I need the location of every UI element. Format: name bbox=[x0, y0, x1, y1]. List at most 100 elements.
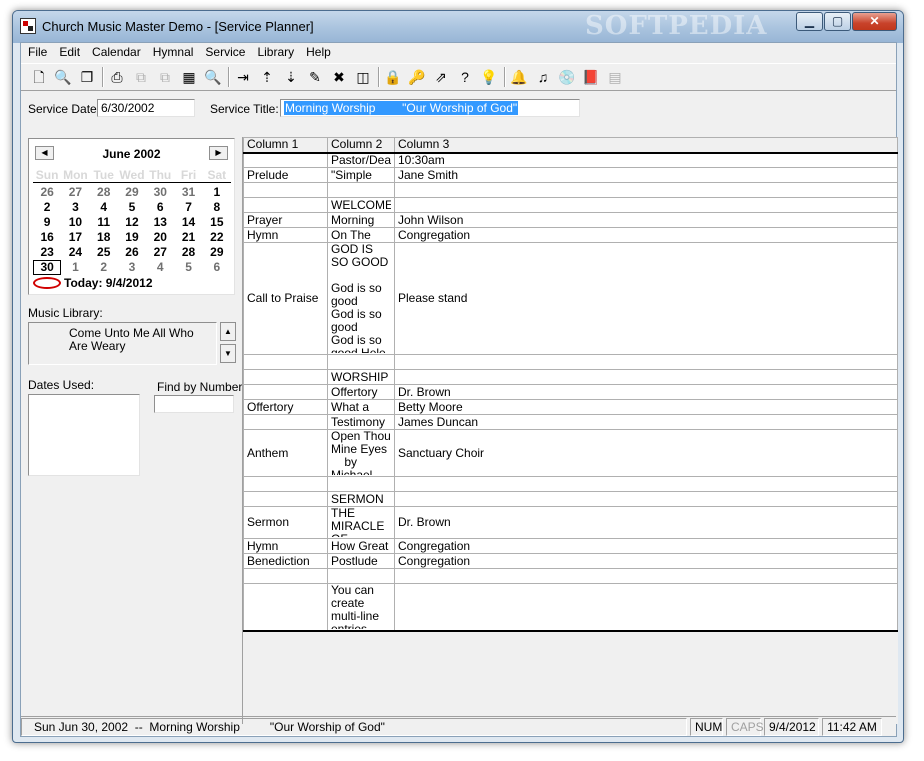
grid-cell-col2[interactable]: Pastor/Deac bbox=[327, 152, 395, 168]
grid-cell-col3[interactable]: Betty Moore bbox=[394, 399, 898, 415]
view-icon[interactable]: ◫ bbox=[354, 68, 372, 86]
grid-header-col3[interactable]: Column 3 bbox=[394, 137, 898, 154]
grid-cell-col2[interactable]: What a bbox=[327, 399, 395, 415]
grid-cell-col3[interactable] bbox=[394, 491, 898, 507]
calendar-day[interactable]: 5 bbox=[174, 260, 202, 275]
grid-cell-col1[interactable] bbox=[243, 491, 328, 507]
calendar-day[interactable]: 9 bbox=[33, 215, 61, 230]
grid-cell-col3[interactable]: John Wilson bbox=[394, 212, 898, 228]
grid-cell-col1[interactable] bbox=[243, 182, 328, 198]
grid-row[interactable]: SERMON bbox=[243, 491, 898, 507]
grid-cell-col1[interactable] bbox=[243, 369, 328, 385]
grid-cell-col3[interactable]: Dr. Brown bbox=[394, 506, 898, 539]
menu-help[interactable]: Help bbox=[300, 43, 337, 63]
calendar-day[interactable]: 11 bbox=[90, 215, 118, 230]
find-icon[interactable]: 🔍 bbox=[54, 68, 72, 86]
grid-cell-col2[interactable] bbox=[327, 476, 395, 492]
delete-row-icon[interactable]: ✖ bbox=[330, 68, 348, 86]
grid-cell-col3[interactable]: Jane Smith bbox=[394, 167, 898, 183]
library-scroll-down-button[interactable]: ▼ bbox=[220, 344, 236, 363]
maximize-button[interactable]: ▢ bbox=[824, 12, 851, 31]
grid-cell-col3[interactable] bbox=[394, 369, 898, 385]
grid-cell-col1[interactable]: Hymn bbox=[243, 538, 328, 554]
music-library-list[interactable]: Come Unto Me All Who Are Weary bbox=[28, 322, 217, 365]
menu-hymnal[interactable]: Hymnal bbox=[147, 43, 200, 63]
music-note-icon[interactable]: ♫ bbox=[534, 68, 552, 86]
grid-row[interactable] bbox=[243, 568, 898, 584]
grid-cell-col2[interactable]: SERMON bbox=[327, 491, 395, 507]
calendar-day[interactable]: 12 bbox=[118, 215, 146, 230]
calendar-day[interactable]: 30 bbox=[146, 185, 174, 200]
grid-row[interactable]: Benediction Postlude Congregation bbox=[243, 553, 898, 569]
grid-cell-col3[interactable] bbox=[394, 182, 898, 198]
calendar-day[interactable]: 14 bbox=[174, 215, 202, 230]
copy-row-icon[interactable]: ⧉ bbox=[132, 68, 150, 86]
grid-row[interactable]: Offertory Dr. Brown bbox=[243, 384, 898, 400]
grid-cell-col2[interactable]: You can create multi-line entries bbox=[327, 583, 395, 632]
calendar-day[interactable]: 27 bbox=[61, 185, 89, 200]
grid-cell-col1[interactable]: Benediction bbox=[243, 553, 328, 569]
calendar-day[interactable]: 2 bbox=[90, 260, 118, 275]
grid-cell-col2[interactable]: Postlude bbox=[327, 553, 395, 569]
calendar-day[interactable]: 21 bbox=[174, 230, 202, 245]
bell-icon[interactable]: 🔔 bbox=[510, 68, 528, 86]
grid-row[interactable]: WELCOME bbox=[243, 197, 898, 213]
grid-row[interactable]: Call to Praise GOD IS SO GOOD God is so g… bbox=[243, 242, 898, 355]
grid-row[interactable]: Hymn How Great Congregation bbox=[243, 538, 898, 554]
grid-row[interactable] bbox=[243, 476, 898, 492]
grid-row[interactable] bbox=[243, 354, 898, 370]
grid-header-col2[interactable]: Column 2 bbox=[327, 137, 395, 154]
calendar-day[interactable]: 16 bbox=[33, 230, 61, 245]
calendar-day[interactable]: 13 bbox=[146, 215, 174, 230]
calendar-day[interactable]: 28 bbox=[90, 185, 118, 200]
calendar-day[interactable]: 22 bbox=[203, 230, 231, 245]
find-by-number-input[interactable] bbox=[154, 395, 234, 413]
grid-row[interactable]: Sermon THE MIRACLE OF Dr. Brown bbox=[243, 506, 898, 539]
calendar-day[interactable]: 3 bbox=[118, 260, 146, 275]
print-icon[interactable]: ⎙ bbox=[108, 68, 126, 86]
new-service-icon[interactable]: 🗋 bbox=[30, 68, 48, 86]
calendar-day[interactable]: 17 bbox=[61, 230, 89, 245]
grid-cell-col3[interactable]: Please stand bbox=[394, 242, 898, 355]
calendar-day[interactable]: 2 bbox=[33, 200, 61, 215]
grid-row[interactable] bbox=[243, 182, 898, 198]
insert-row-icon[interactable]: ⇥ bbox=[234, 68, 252, 86]
grid-cell-col2[interactable]: Offertory bbox=[327, 384, 395, 400]
calendar-day[interactable]: 18 bbox=[90, 230, 118, 245]
calendar-day[interactable]: 31 bbox=[174, 185, 202, 200]
grid-cell-col3[interactable] bbox=[394, 476, 898, 492]
grid-row[interactable]: Offertory What a Betty Moore bbox=[243, 399, 898, 415]
calendar-day[interactable]: 6 bbox=[203, 260, 231, 275]
minimize-button[interactable]: ▁ bbox=[796, 12, 823, 31]
app-icon[interactable] bbox=[20, 18, 36, 34]
menu-library[interactable]: Library bbox=[251, 43, 300, 63]
calendar-day[interactable]: 19 bbox=[118, 230, 146, 245]
grid-cell-col2[interactable] bbox=[327, 354, 395, 370]
lock-icon[interactable]: 🔒 bbox=[384, 68, 402, 86]
grid-cell-col3[interactable] bbox=[394, 354, 898, 370]
grid-cell-col3[interactable]: Congregation bbox=[394, 538, 898, 554]
grid-cell-col3[interactable] bbox=[394, 568, 898, 584]
service-date-input[interactable]: 6/30/2002 bbox=[97, 99, 195, 117]
grid-cell-col1[interactable]: Prayer bbox=[243, 212, 328, 228]
grid-cell-col3[interactable]: James Duncan bbox=[394, 414, 898, 430]
grid-cell-col1[interactable]: Prelude bbox=[243, 167, 328, 183]
grid-cell-col3[interactable]: Sanctuary Choir bbox=[394, 429, 898, 477]
tip-icon[interactable]: 💡 bbox=[480, 68, 498, 86]
calendar-day[interactable]: 23 bbox=[33, 245, 61, 260]
grid-row[interactable]: Anthem Open Thou Mine Eyes by Michael Cox… bbox=[243, 429, 898, 477]
help-icon[interactable]: ? bbox=[456, 68, 474, 86]
calendar-day[interactable]: 29 bbox=[118, 185, 146, 200]
grid-cell-col1[interactable]: Call to Praise bbox=[243, 242, 328, 355]
grid-cell-col2[interactable] bbox=[327, 182, 395, 198]
grid-cell-col2[interactable]: Morning bbox=[327, 212, 395, 228]
calendar-day[interactable]: 7 bbox=[174, 200, 202, 215]
calendar-icon[interactable]: ▦ bbox=[180, 68, 198, 86]
grid-cell-col1[interactable]: Anthem bbox=[243, 429, 328, 477]
calendar-today[interactable]: Today: 9/4/2012 bbox=[33, 276, 153, 290]
calendar-day[interactable]: 25 bbox=[90, 245, 118, 260]
calendar-day[interactable]: 3 bbox=[61, 200, 89, 215]
grid-cell-col2[interactable]: THE MIRACLE OF bbox=[327, 506, 395, 539]
grid-cell-col3[interactable] bbox=[394, 197, 898, 213]
grid-cell-col3[interactable]: Congregation bbox=[394, 227, 898, 243]
